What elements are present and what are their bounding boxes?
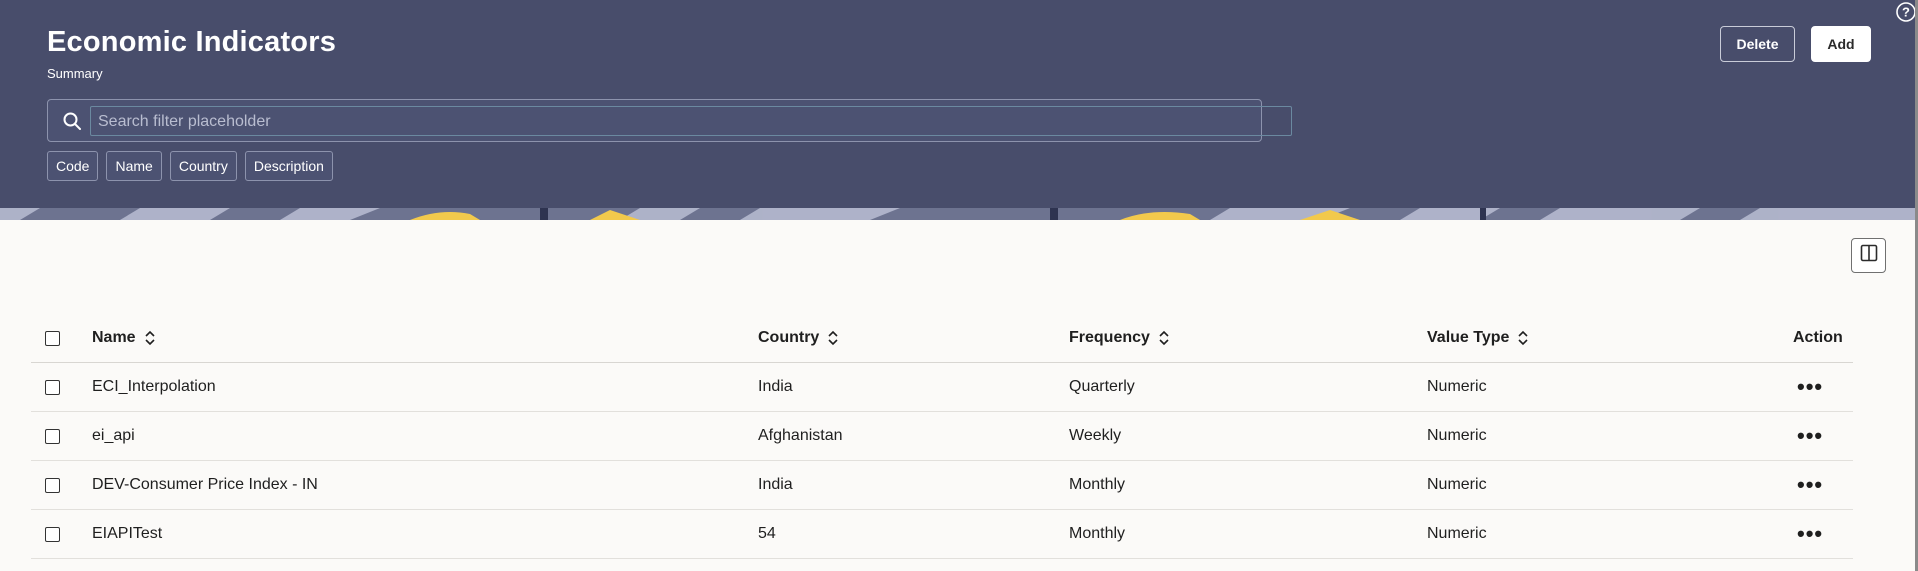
select-all-cell [45,314,60,362]
row-frequency: Weekly [1069,427,1122,444]
column-header-frequency[interactable]: Frequency [1069,314,1170,362]
row-name: DEV-Consumer Price Index - IN [92,476,318,493]
row-select-cell [45,461,60,509]
row-value-type: Numeric [1427,476,1487,493]
svg-text:?: ? [1902,5,1910,20]
sort-icon[interactable] [144,330,156,346]
row-frequency: Quarterly [1069,378,1135,395]
column-header-label: Name [92,329,136,346]
row-country: 54 [758,525,776,542]
sort-icon[interactable] [1517,330,1529,346]
column-header-action: Action [1793,329,1843,346]
table-row[interactable]: ei_api Afghanistan Weekly Numeric ••• [31,412,1853,461]
row-name: ECI_Interpolation [92,378,216,395]
add-button[interactable]: Add [1811,26,1871,62]
filter-chip-country[interactable]: Country [169,151,237,181]
page-title: Economic Indicators [47,26,337,58]
decorative-header-band [0,208,1915,220]
row-actions-menu[interactable]: ••• [1793,412,1823,460]
page-subtitle: Summary [47,66,103,81]
row-actions-menu[interactable]: ••• [1793,510,1823,558]
column-header-label: Country [758,329,820,346]
sort-icon[interactable] [1158,330,1170,346]
row-frequency: Monthly [1069,525,1126,542]
row-value-type: Numeric [1427,525,1487,542]
split-view-toggle[interactable] [1851,238,1886,273]
row-checkbox[interactable] [45,526,60,542]
search-icon [62,111,82,131]
row-actions-menu[interactable]: ••• [1793,363,1823,411]
row-country: Afghanistan [758,427,843,444]
table-row[interactable]: DEV-Consumer Price Index - IN India Mont… [31,461,1853,510]
sort-icon[interactable] [827,330,839,346]
more-icon: ••• [1797,472,1824,497]
split-view-icon [1860,244,1878,267]
column-header-name[interactable]: Name [92,314,156,362]
table-row[interactable]: ECI_Interpolation India Quarterly Numeri… [31,363,1853,412]
table-row[interactable]: EIAPITest 54 Monthly Numeric ••• [31,510,1853,559]
row-country: India [758,476,793,493]
column-header-label: Value Type [1427,329,1510,346]
more-icon: ••• [1797,521,1824,546]
row-select-cell [45,412,60,460]
row-checkbox[interactable] [45,428,60,444]
row-checkbox[interactable] [45,477,60,493]
page-header: Economic Indicators Summary Code Name Co… [0,0,1918,208]
row-frequency: Monthly [1069,476,1126,493]
more-icon: ••• [1797,374,1824,399]
column-header-label: Frequency [1069,329,1150,346]
filter-chip-description[interactable]: Description [244,151,333,181]
row-select-cell [45,510,60,558]
indicators-table: Name Country Frequency Value Type Action… [31,314,1853,559]
row-value-type: Numeric [1427,378,1487,395]
filter-chip-name[interactable]: Name [106,151,162,181]
filter-chip-code[interactable]: Code [47,151,99,181]
row-actions-menu[interactable]: ••• [1793,461,1823,509]
row-country: India [758,378,793,395]
row-name: ei_api [92,427,135,444]
more-icon: ••• [1797,423,1824,448]
delete-button[interactable]: Delete [1720,26,1795,62]
row-value-type: Numeric [1427,427,1487,444]
table-header-row: Name Country Frequency Value Type Action [31,314,1853,363]
search-filter [47,99,1292,142]
app-root: Economic Indicators Summary Code Name Co… [0,0,1918,571]
row-select-cell [45,363,60,411]
column-header-country[interactable]: Country [758,314,839,362]
select-all-checkbox[interactable] [45,330,60,346]
row-checkbox[interactable] [45,379,60,395]
row-name: EIAPITest [92,525,163,542]
filter-chips: Code Name Country Description [47,151,333,181]
search-input[interactable] [96,110,1250,134]
column-header-value-type[interactable]: Value Type [1427,314,1529,362]
